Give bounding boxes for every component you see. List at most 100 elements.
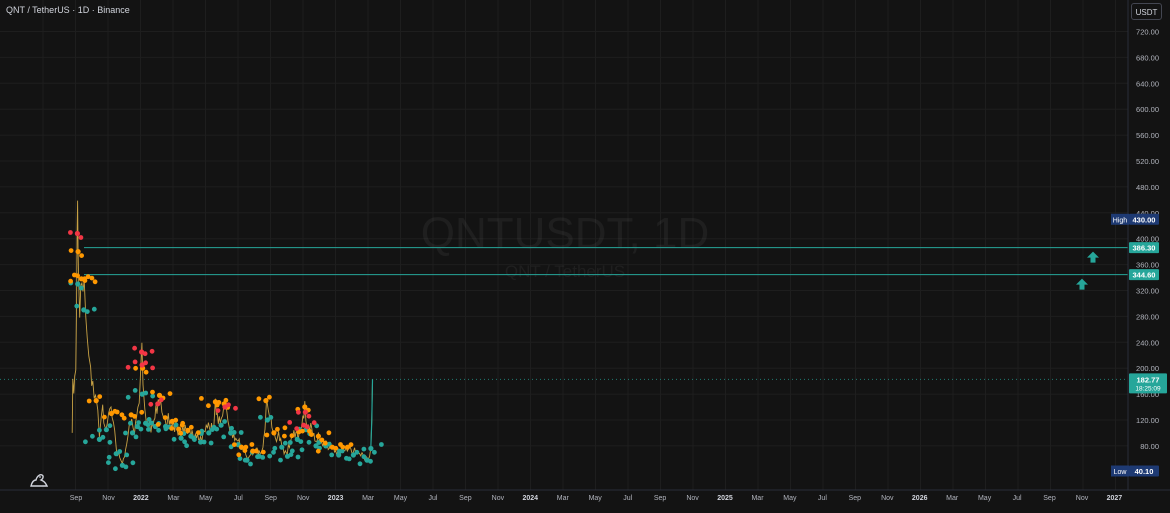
price-tick-label: 360.00 — [1136, 261, 1159, 270]
hot-marker — [155, 422, 161, 427]
bull-marker — [260, 455, 266, 460]
high-label-tag: High — [1113, 217, 1128, 224]
bull-marker — [125, 394, 131, 400]
hot-marker — [282, 433, 287, 439]
low-label: 40.10 — [1135, 467, 1154, 476]
hot-marker — [97, 394, 103, 399]
hot-marker — [243, 444, 249, 450]
time-tick-label: Jul — [818, 495, 827, 502]
time-tick-label: Sep — [849, 495, 862, 502]
bull-marker — [271, 449, 276, 455]
bull-marker — [123, 464, 129, 470]
extreme-marker — [287, 420, 293, 425]
hot-marker — [68, 278, 73, 284]
arrow-up-icon[interactable] — [1076, 278, 1088, 290]
extreme-marker — [132, 345, 138, 351]
time-tick-label: May — [783, 495, 797, 502]
hot-marker — [85, 274, 91, 280]
bull-marker — [74, 303, 80, 309]
price-tick-label: 520.00 — [1136, 157, 1159, 166]
hot-marker — [167, 391, 173, 396]
bull-marker — [344, 455, 349, 461]
bull-marker — [84, 309, 90, 314]
bull-marker — [379, 442, 384, 447]
hot-marker — [271, 430, 277, 436]
chart-area[interactable]: QNTUSDT, 1D QNT / TetherUS 720.00 680.00 6… — [0, 0, 1170, 508]
time-tick-label: Nov — [881, 495, 894, 502]
hot-marker — [143, 369, 149, 375]
symbol-title[interactable]: QNT / TetherUS · 1D · Binance — [6, 5, 130, 15]
price-chart[interactable]: QNTUSDT, 1D QNT / TetherUS 720.00 680.00 6… — [0, 0, 1170, 508]
extreme-marker — [143, 360, 149, 366]
countdown-label: 18:25:09 — [1135, 385, 1161, 392]
hot-marker — [206, 403, 211, 409]
hot-marker — [150, 389, 155, 395]
hot-marker — [232, 442, 237, 447]
hot-marker — [348, 442, 354, 447]
bull-marker — [78, 285, 84, 291]
hot-marker — [68, 248, 74, 254]
time-tick-label: May — [589, 495, 603, 502]
price-tick-label: 720.00 — [1136, 28, 1159, 37]
hot-marker — [179, 422, 185, 428]
bull-marker — [106, 454, 112, 460]
bull-marker — [279, 444, 285, 450]
bull-marker — [129, 430, 136, 436]
bull-marker — [124, 452, 130, 458]
bull-marker — [242, 457, 248, 463]
hot-marker — [326, 430, 332, 436]
bull-marker — [107, 439, 113, 445]
price-tick-label: 280.00 — [1136, 312, 1159, 321]
hot-marker — [275, 426, 280, 432]
time-tick-label: Mar — [362, 495, 375, 502]
bull-marker — [282, 440, 288, 446]
bull-marker — [221, 434, 227, 440]
hot-marker — [75, 249, 81, 255]
alert-arrows[interactable] — [1076, 251, 1099, 290]
bull-marker — [231, 430, 237, 435]
hot-marker — [264, 432, 270, 438]
hot-marker — [282, 425, 288, 431]
bull-marker — [113, 466, 118, 472]
bull-marker — [208, 440, 214, 446]
time-tick-label: 2026 — [912, 495, 928, 502]
hot-marker — [79, 253, 84, 258]
time-tick-label: Sep — [264, 495, 277, 502]
watermark-ticker: QNTUSDT, 1D — [421, 209, 709, 258]
hot-marker — [139, 409, 145, 415]
hot-marker — [75, 273, 80, 279]
hot-marker — [86, 398, 92, 404]
hot-marker — [178, 430, 184, 436]
bull-marker — [298, 439, 304, 444]
bull-marker — [136, 420, 142, 425]
bull-marker — [156, 427, 162, 433]
bull-marker — [143, 420, 149, 426]
hot-marker — [214, 402, 220, 408]
bull-marker — [83, 439, 88, 445]
bull-marker — [178, 435, 184, 441]
arrow-up-icon[interactable] — [1087, 251, 1099, 263]
bull-marker — [171, 436, 177, 442]
currency-button[interactable]: USDT — [1131, 3, 1162, 20]
extreme-marker — [68, 230, 73, 235]
bull-marker — [123, 430, 128, 436]
time-tick-label: May — [199, 495, 213, 502]
time-tick-label: Nov — [102, 495, 115, 502]
extreme-marker — [149, 348, 155, 354]
extreme-marker — [306, 413, 312, 419]
time-axis[interactable]: Sep Nov 2022 Mar May Jul Sep Nov 2023 Mar May Jul Se… — [0, 489, 1170, 502]
bull-marker — [146, 427, 151, 432]
tradingview-logo-icon[interactable] — [28, 470, 52, 490]
price-tick-label: 600.00 — [1136, 105, 1159, 114]
bull-marker — [238, 430, 244, 435]
price-tick-label: 640.00 — [1136, 79, 1159, 88]
hot-marker — [300, 428, 305, 434]
extreme-marker — [150, 365, 156, 371]
bull-marker — [75, 281, 81, 287]
time-tick-label: 2025 — [717, 495, 733, 502]
hot-marker — [93, 398, 99, 404]
extreme-marker — [132, 359, 138, 365]
hot-marker — [162, 415, 168, 420]
watermark-description: QNT / TetherUS — [505, 262, 625, 281]
extreme-marker — [142, 351, 148, 357]
